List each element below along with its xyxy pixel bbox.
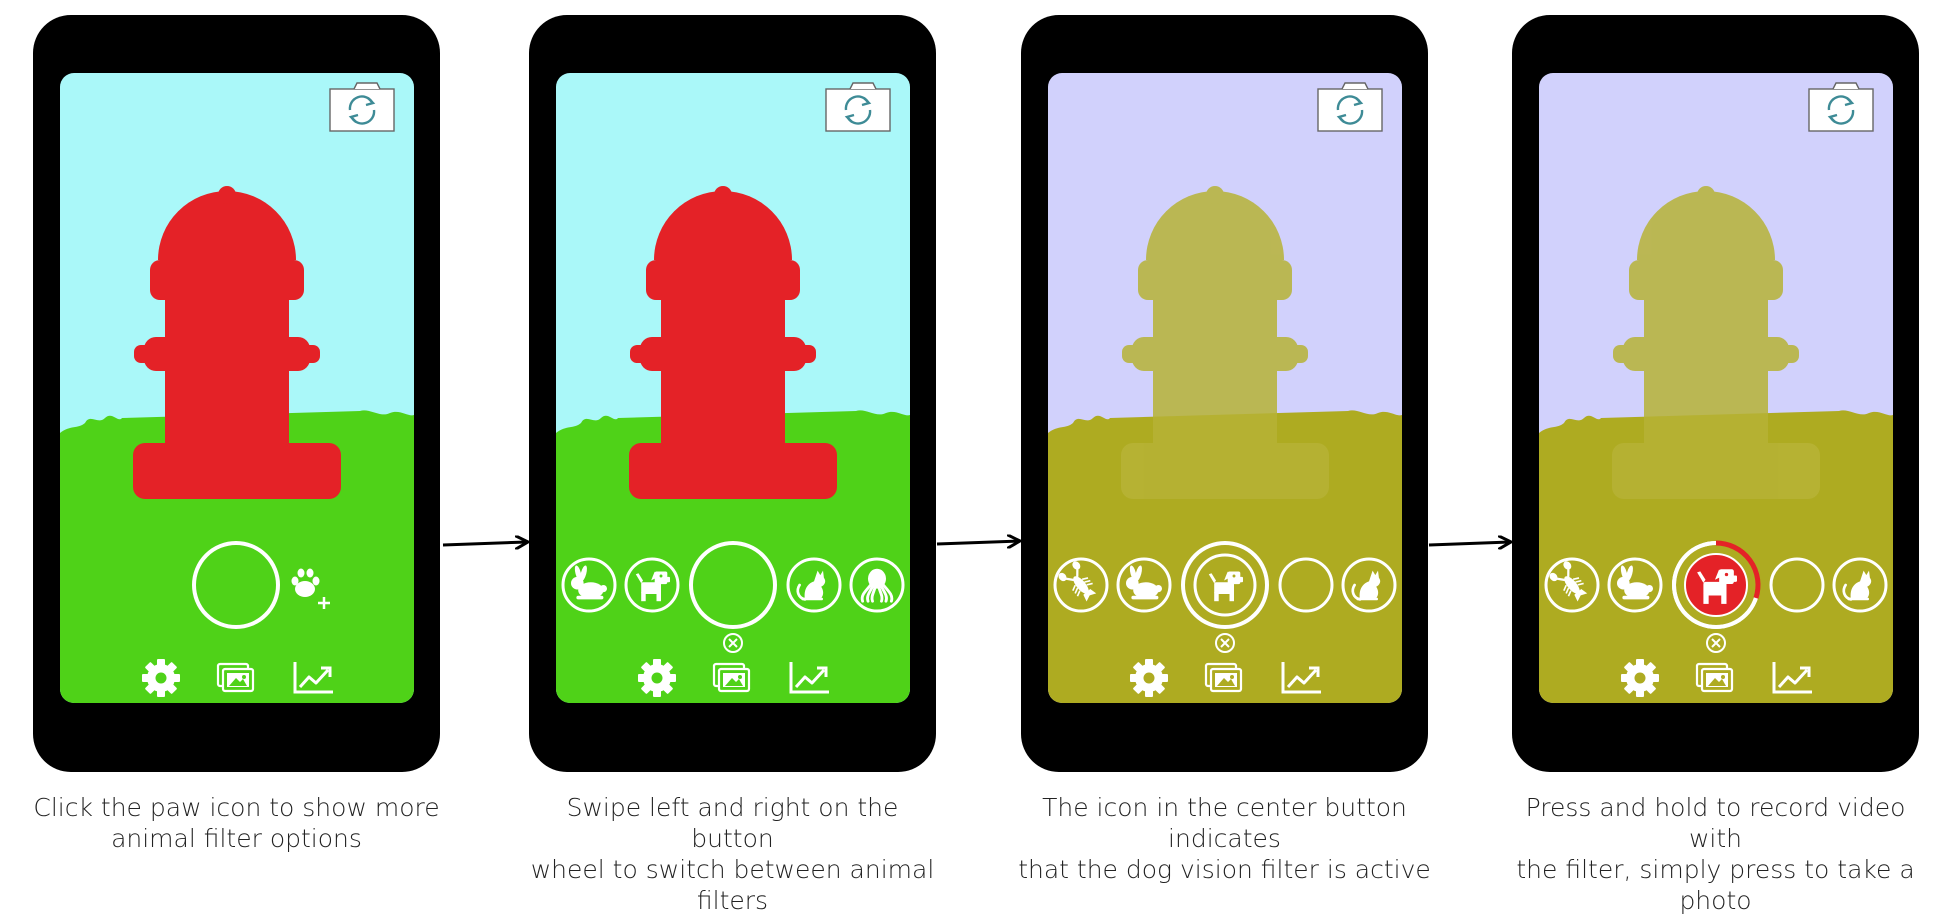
flow-arrow-3 <box>1428 542 1510 545</box>
caption-line: the filter, simply press to take a photo <box>1516 855 1915 915</box>
gear-icon[interactable] <box>1621 659 1659 697</box>
caption-line: that the dog vision filter is active <box>1018 855 1431 884</box>
step-caption-1: Click the paw icon to show more animal fi… <box>27 792 447 854</box>
step-caption-2: Swipe left and right on the button wheel … <box>523 792 943 916</box>
gear-icon[interactable] <box>142 659 180 697</box>
caption-line: Press and hold to record video with <box>1525 793 1906 853</box>
shutter-button[interactable] <box>1181 541 1269 629</box>
camera-screen[interactable] <box>60 73 414 703</box>
flow-arrow-1 <box>442 542 527 545</box>
gear-icon[interactable] <box>638 659 676 697</box>
step-caption-3: The icon in the center button indicates t… <box>1015 792 1435 885</box>
caption-line: Click the paw icon to show more <box>33 793 440 822</box>
phone-mockup-1 <box>33 15 440 772</box>
camera-switch-icon[interactable] <box>329 82 395 132</box>
caption-line: The icon in the center button indicates <box>1042 793 1407 853</box>
camera-screen[interactable] <box>556 73 910 703</box>
camera-switch-icon[interactable] <box>1317 82 1383 132</box>
camera-switch-icon[interactable] <box>825 82 891 132</box>
caption-line: wheel to switch between animal filters <box>530 855 935 915</box>
phone-mockup-4 <box>1512 15 1919 772</box>
storyboard-diagram <box>33 15 1919 772</box>
phone-mockup-2 <box>529 15 936 772</box>
camera-screen[interactable] <box>1539 73 1893 703</box>
gear-icon[interactable] <box>1130 659 1168 697</box>
shutter-button[interactable] <box>1672 540 1761 629</box>
step-caption-4: Press and hold to record video with the f… <box>1506 792 1926 916</box>
flow-arrow-2 <box>936 541 1019 544</box>
camera-switch-icon[interactable] <box>1808 82 1874 132</box>
caption-line: animal filter options <box>111 824 362 853</box>
caption-line: Swipe left and right on the button <box>566 793 899 853</box>
camera-screen[interactable] <box>1048 73 1402 703</box>
phone-mockup-3 <box>1021 15 1428 772</box>
